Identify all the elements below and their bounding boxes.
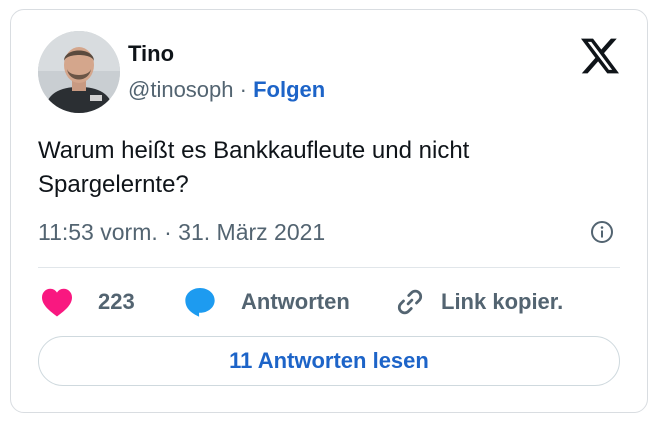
- tweet-timestamp[interactable]: 11:53 vorm. · 31. März 2021: [38, 217, 325, 247]
- action-bar: 223 Antworten Link kopier.: [38, 282, 620, 322]
- speech-bubble-icon: [185, 288, 215, 317]
- divider: [38, 267, 620, 268]
- follow-link[interactable]: Folgen: [253, 77, 325, 102]
- author-display-name[interactable]: Tino: [128, 41, 174, 67]
- profile-photo-icon: [38, 31, 120, 113]
- copy-link-label: Link kopier.: [441, 289, 564, 314]
- author-handle[interactable]: @tinosoph: [128, 77, 234, 102]
- handle-separator: ·: [239, 77, 247, 102]
- tweet-card: Tino @tinosoph · Folgen Warum heißt es B…: [10, 9, 648, 413]
- like-button[interactable]: 223: [40, 282, 135, 322]
- heart-icon: [42, 288, 72, 317]
- read-replies-button[interactable]: 11 Antworten lesen: [38, 336, 620, 386]
- tweet-text: Warum heißt es Bankkaufleute und nicht S…: [38, 137, 470, 198]
- author-handle-row: @tinosoph · Folgen: [128, 76, 325, 104]
- info-icon[interactable]: [590, 220, 614, 244]
- reply-button[interactable]: Antworten: [183, 282, 350, 322]
- x-logo-icon[interactable]: [581, 38, 619, 74]
- link-icon: [397, 289, 423, 315]
- avatar[interactable]: [38, 31, 120, 113]
- copy-link-button[interactable]: Link kopier.: [395, 282, 563, 322]
- like-count: 223: [98, 289, 135, 314]
- reply-label: Antworten: [241, 289, 350, 314]
